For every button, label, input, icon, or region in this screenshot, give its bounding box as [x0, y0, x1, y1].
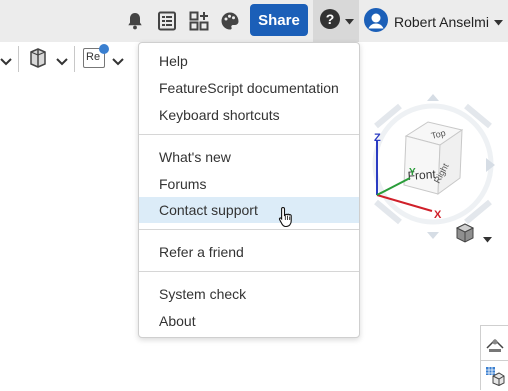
- menu-separator: [139, 229, 359, 230]
- user-menu[interactable]: Robert Anselmi: [364, 7, 503, 37]
- chevron-down-icon: [344, 12, 354, 30]
- share-button[interactable]: Share: [250, 4, 308, 36]
- axis-z-label: Z: [374, 132, 381, 144]
- help-dropdown-menu: Help FeatureScript documentation Keyboar…: [138, 42, 360, 338]
- hand-cursor-icon: [278, 206, 294, 233]
- help-icon: ?: [319, 8, 341, 35]
- rotate-up-arrow: [427, 94, 439, 101]
- rotate-down-arrow: [427, 232, 439, 239]
- menu-item-contact-support[interactable]: Contact support: [139, 197, 359, 223]
- divider: [481, 360, 508, 361]
- chevron-down-icon[interactable]: [112, 54, 124, 72]
- chevron-down-icon[interactable]: [0, 54, 12, 72]
- menu-separator: [139, 134, 359, 135]
- part-studio-icon[interactable]: [28, 48, 48, 73]
- tasks-icon[interactable]: [156, 10, 178, 32]
- help-menu-button[interactable]: ?: [313, 0, 359, 42]
- menu-item-featurescript-documentation[interactable]: FeatureScript documentation: [139, 75, 359, 101]
- chevron-down-icon[interactable]: [493, 13, 503, 31]
- menu-separator: [139, 271, 359, 272]
- parts-panel-icon[interactable]: [485, 366, 505, 391]
- axis-x-label: X: [434, 209, 442, 221]
- view-mode-dropdown[interactable]: [455, 222, 495, 244]
- menu-item-system-check[interactable]: System check: [139, 281, 359, 307]
- divider: [18, 46, 19, 72]
- notifications-bell-icon[interactable]: [124, 10, 146, 32]
- app-store-icon[interactable]: [188, 10, 210, 32]
- user-name: Robert Anselmi: [394, 14, 489, 30]
- badge-icon: [99, 44, 109, 54]
- chevron-down-icon[interactable]: [56, 54, 68, 72]
- right-panel-toolbar: [480, 325, 508, 390]
- menu-item-refer-a-friend[interactable]: Refer a friend: [139, 239, 359, 265]
- menu-item-about[interactable]: About: [139, 308, 359, 334]
- chevron-down-icon: [483, 230, 492, 248]
- menu-item-forums[interactable]: Forums: [139, 171, 359, 197]
- divider: [74, 46, 75, 72]
- render-icon[interactable]: Re: [83, 44, 109, 68]
- top-bar: Share ? Robert Anselmi: [0, 0, 508, 42]
- toolbar: Re: [0, 44, 136, 74]
- menu-item-keyboard-shortcuts[interactable]: Keyboard shortcuts: [139, 102, 359, 128]
- axis-y-label: Y: [409, 167, 416, 178]
- render-label: Re: [86, 51, 101, 63]
- view-cube[interactable]: Top Front Right Z X Y: [366, 92, 500, 242]
- menu-item-whats-new[interactable]: What's new: [139, 144, 359, 170]
- svg-text:?: ?: [325, 11, 334, 27]
- appearance-panel-icon[interactable]: [485, 334, 505, 359]
- menu-item-help[interactable]: Help: [139, 48, 359, 74]
- shaded-cube-icon: [455, 222, 475, 249]
- palette-icon[interactable]: [219, 10, 241, 32]
- avatar: [364, 7, 388, 37]
